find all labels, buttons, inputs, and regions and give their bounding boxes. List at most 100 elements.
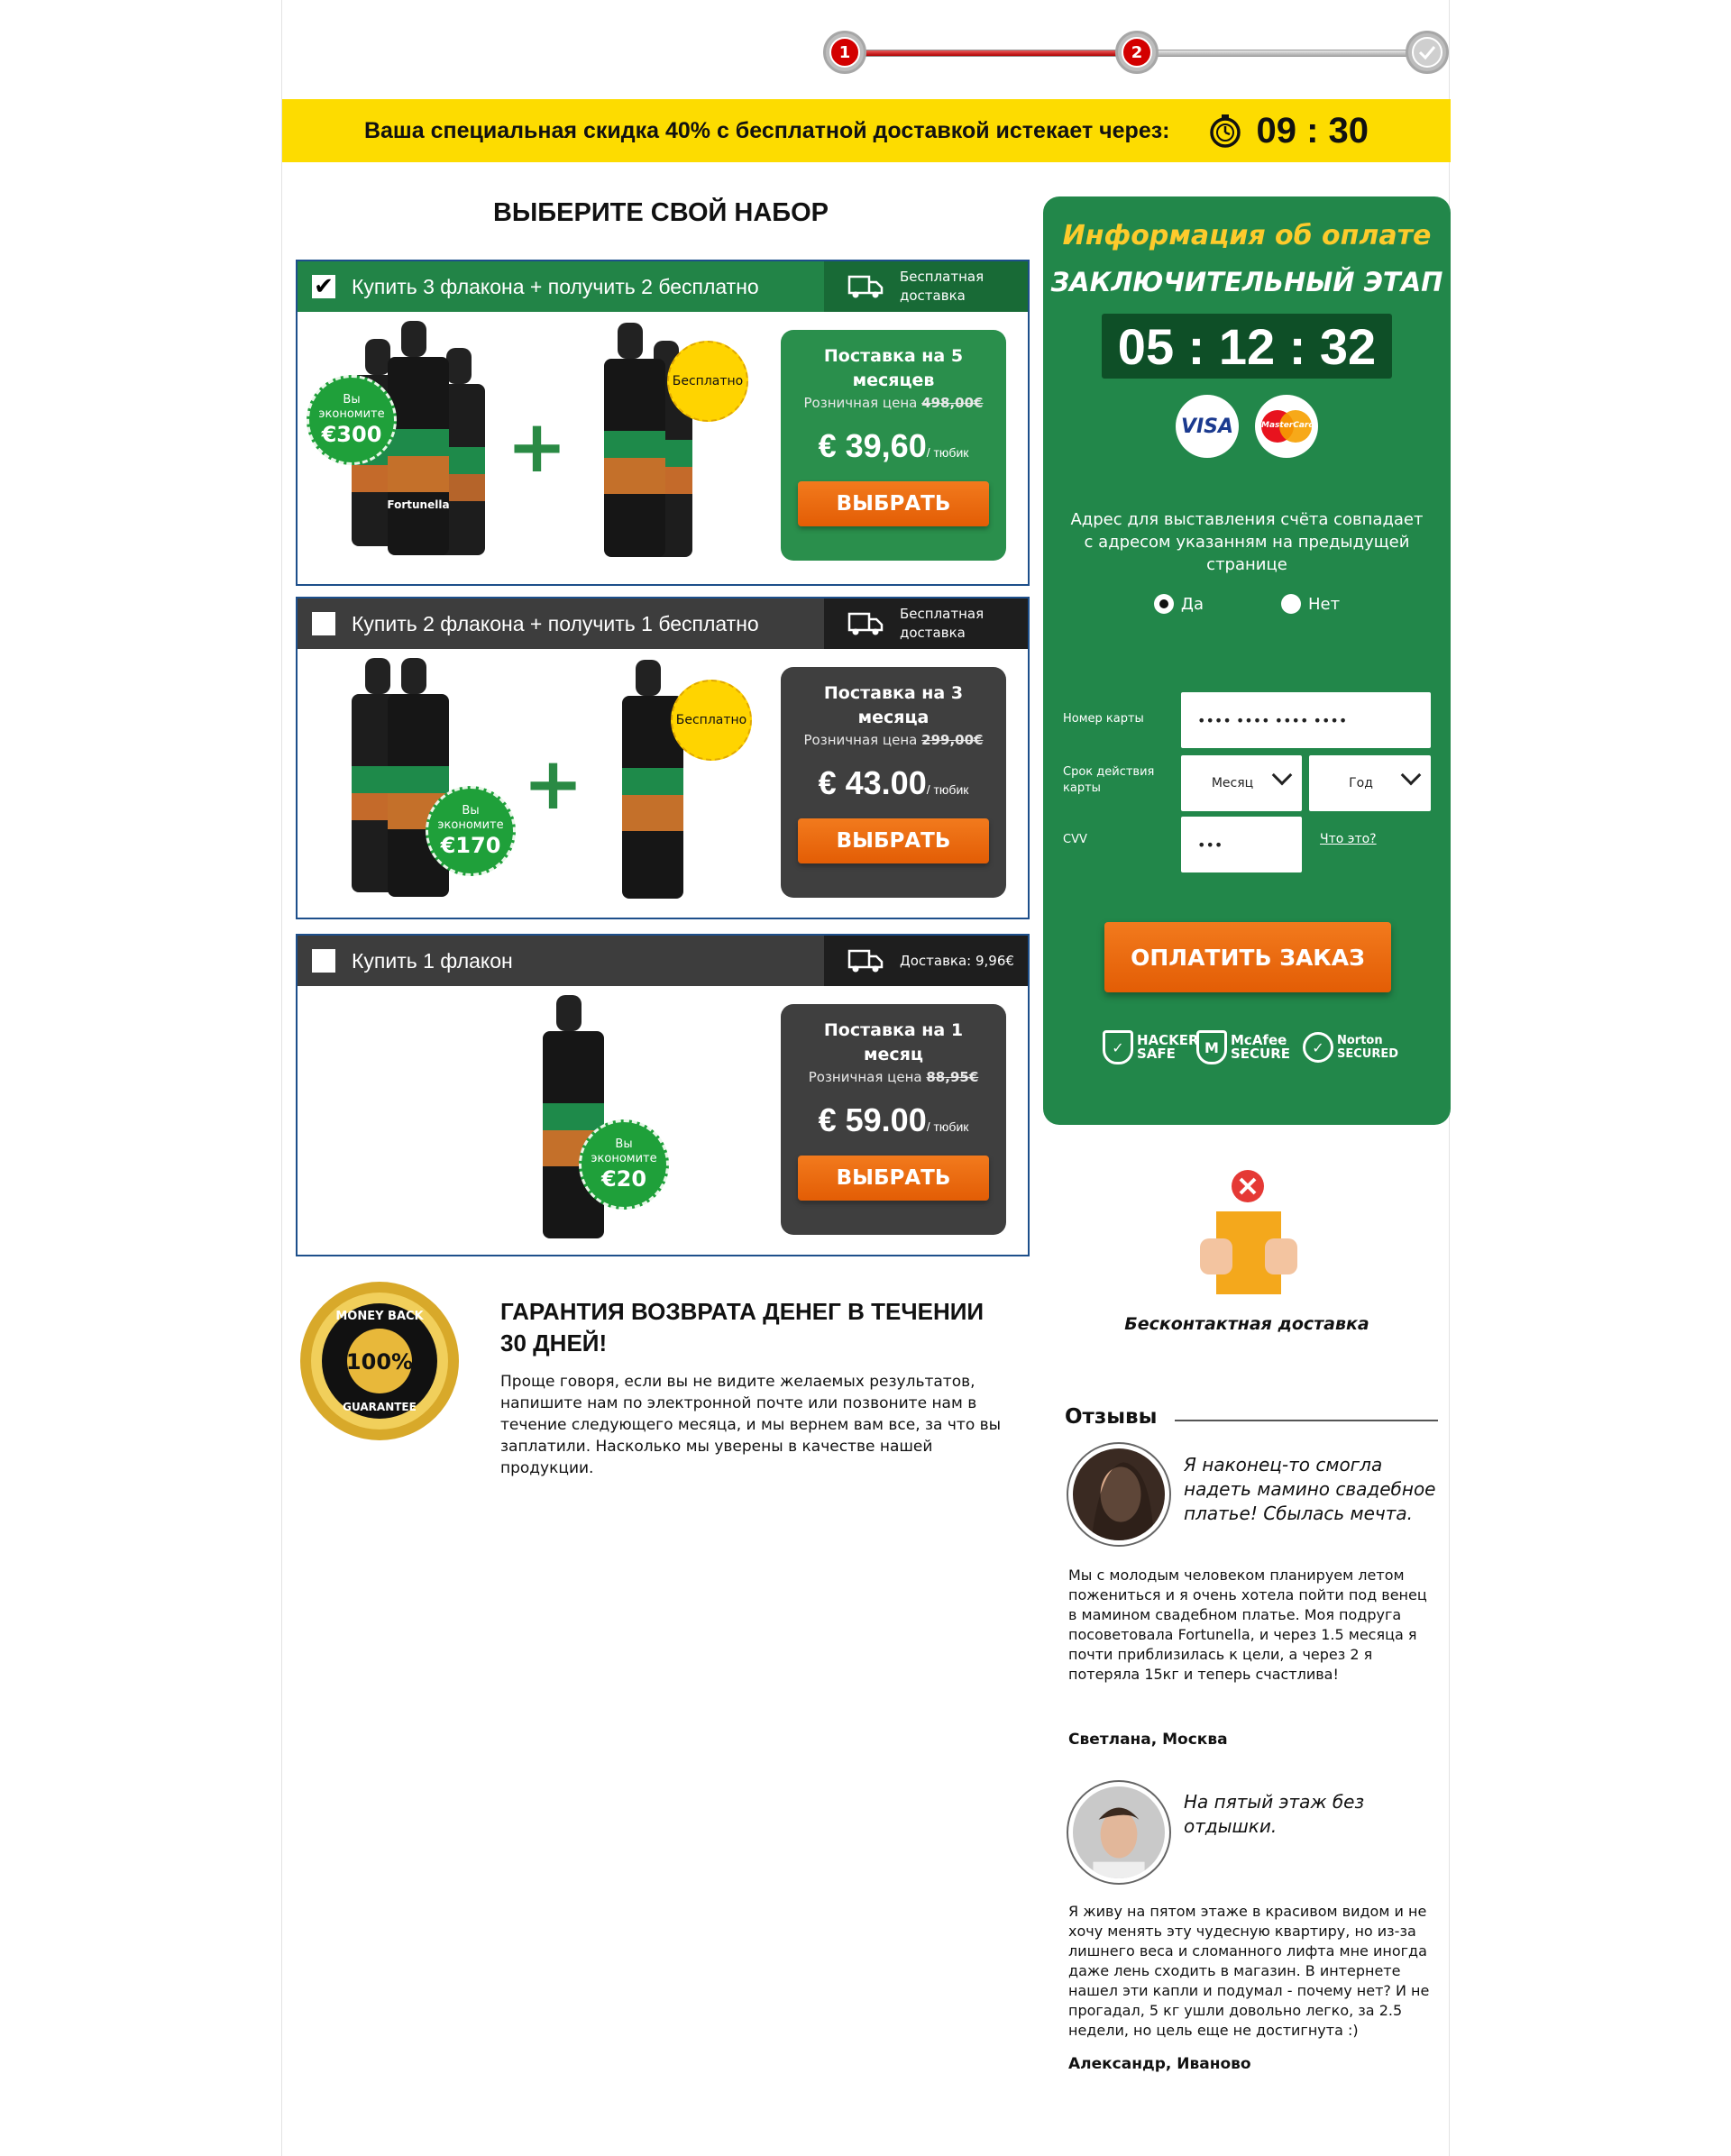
savings-label: Вы экономите bbox=[591, 1137, 657, 1165]
norton-text: Norton SECURED bbox=[1337, 1034, 1399, 1061]
month-value: Месяц bbox=[1211, 776, 1254, 790]
hacker-safe-text: HACKER SAFE bbox=[1137, 1032, 1199, 1062]
visa-icon: VISA bbox=[1176, 395, 1239, 458]
seal-top-text: MONEY BACK bbox=[335, 1310, 424, 1323]
savings-badge: Вы экономите €20 bbox=[579, 1119, 669, 1210]
offer-title: Купить 1 флакон bbox=[352, 948, 513, 973]
cvv-help-link[interactable]: Что это? bbox=[1320, 832, 1377, 846]
visa-text: VISA bbox=[1180, 415, 1234, 438]
plus-icon: + bbox=[507, 405, 568, 489]
supply-title: Поставка на 3 месяца bbox=[823, 683, 964, 727]
retail-label: Розничная цена bbox=[803, 732, 918, 748]
unit-price: € 59.00/ тюбик bbox=[781, 1101, 1006, 1139]
pay-order-button[interactable]: ОПЛАТИТЬ ЗАКАЗ bbox=[1104, 922, 1391, 992]
shield-icon: ✓ bbox=[1103, 1030, 1133, 1064]
shipping-text: Доставка: 9,96€ bbox=[900, 952, 1014, 969]
offer-body: Вы экономите €170 + Бесплатно Поставка н… bbox=[298, 649, 1028, 919]
step-1: 1 bbox=[823, 31, 866, 74]
offer-header[interactable]: ✔ Купить 3 флакона + получить 2 бесплатн… bbox=[298, 261, 1028, 312]
unit-price: € 39,60/ тюбик bbox=[781, 427, 1006, 465]
expiry-month-select[interactable]: Месяц bbox=[1181, 755, 1302, 811]
offer-title: Купить 2 флакона + получить 1 бесплатно bbox=[352, 611, 759, 635]
price-box: Поставка на 5 месяцев Розничная цена 498… bbox=[781, 330, 1006, 561]
cvv-label: CVV bbox=[1063, 833, 1087, 846]
reviewer-name: Светлана, Москва bbox=[1068, 1731, 1228, 1749]
free-badge: Бесплатно bbox=[671, 680, 752, 761]
cvv-input[interactable]: ••• bbox=[1181, 817, 1302, 872]
seal-bottom-text: GUARANTEE bbox=[343, 1401, 417, 1413]
single-bottle-image bbox=[543, 995, 604, 1238]
savings-badge: Вы экономите €170 bbox=[426, 786, 516, 876]
step-1-number: 1 bbox=[829, 37, 860, 68]
guarantee-text: Проще говоря, если вы не видите желаемых… bbox=[500, 1373, 1002, 1477]
offer-header[interactable]: Купить 1 флакон Доставка: 9,96€ bbox=[298, 936, 1028, 986]
guarantee-title: ГАРАНТИЯ ВОЗВРАТА ДЕНЕГ В ТЕЧЕНИИ 30 ДНЕ… bbox=[500, 1298, 985, 1357]
mastercard-icon: MasterCard bbox=[1255, 395, 1318, 458]
price-unit: / тюбик bbox=[926, 1119, 969, 1134]
discount-timer: 09 : 30 bbox=[1256, 110, 1369, 151]
offer-3-plus-2[interactable]: ✔ Купить 3 флакона + получить 2 бесплатн… bbox=[296, 260, 1030, 586]
payment-timer: 05 : 12 : 32 bbox=[1102, 314, 1392, 379]
offer-checkbox[interactable] bbox=[312, 949, 335, 973]
mastercard-text: MasterCard bbox=[1261, 421, 1314, 430]
retail-price: Розничная цена 299,00€ bbox=[781, 732, 1006, 748]
retail-price: Розничная цена 88,95€ bbox=[781, 1069, 1006, 1085]
checkout-progress: 1 2 bbox=[823, 31, 1449, 74]
money-back-seal: MONEY BACK 100% GUARANTEE bbox=[300, 1282, 459, 1440]
reviewer-photo-male bbox=[1073, 1786, 1165, 1878]
stopwatch-icon bbox=[1210, 114, 1241, 148]
savings-amount: €170 bbox=[440, 833, 501, 858]
truck-icon bbox=[847, 275, 884, 298]
radio-no[interactable]: Нет bbox=[1280, 594, 1341, 614]
contactless-delivery-label: Бесконтактная доставка bbox=[1124, 1314, 1369, 1334]
mcafee-shield-icon: M bbox=[1196, 1030, 1227, 1064]
discount-text: Ваша специальная скидка 40% с бесплатной… bbox=[363, 117, 1170, 143]
step-2-number: 2 bbox=[1122, 37, 1152, 68]
contactless-delivery-icon bbox=[1200, 1170, 1297, 1294]
step-2: 2 bbox=[1115, 31, 1159, 74]
chevron-down-icon bbox=[1271, 764, 1293, 786]
bottle-label: Fortunella bbox=[387, 498, 449, 511]
discount-banner: Ваша специальная скидка 40% с бесплатной… bbox=[282, 99, 1451, 162]
price-value: € 43.00 bbox=[818, 764, 927, 801]
expiry-label: Срок действия карты bbox=[1063, 765, 1155, 795]
mcafee-badge: M McAfee SECURE bbox=[1196, 1030, 1290, 1064]
offer-checkbox[interactable] bbox=[312, 612, 335, 635]
offer-1-bottle[interactable]: Купить 1 флакон Доставка: 9,96€ Вы эконо… bbox=[296, 934, 1030, 1256]
progress-track-pending bbox=[1142, 50, 1431, 57]
radio-yes-label: Да bbox=[1180, 594, 1204, 614]
check-icon bbox=[1412, 37, 1442, 68]
expiry-year-select[interactable]: Год bbox=[1309, 755, 1431, 811]
offer-2-plus-1[interactable]: Купить 2 флакона + получить 1 бесплатно … bbox=[296, 597, 1030, 919]
reviews-divider bbox=[1175, 1420, 1438, 1421]
hacker-safe-badge: ✓ HACKER SAFE bbox=[1103, 1030, 1199, 1064]
shipping-tag: Бесплатная доставка bbox=[824, 598, 1028, 649]
radio-no-label: Нет bbox=[1307, 594, 1341, 614]
offer-header[interactable]: Купить 2 флакона + получить 1 бесплатно … bbox=[298, 598, 1028, 649]
price-value: € 59.00 bbox=[818, 1101, 927, 1138]
choose-button[interactable]: ВЫБРАТЬ bbox=[798, 1156, 989, 1201]
final-stage-label: ЗАКЛЮЧИТЕЛЬНЫЙ ЭТАП bbox=[1050, 267, 1443, 297]
savings-label: Вы экономите bbox=[318, 393, 385, 421]
offer-body: Fortunella Вы экономите €300 + Бесплатно… bbox=[298, 312, 1028, 582]
shipping-text: Бесплатная доставка bbox=[900, 269, 985, 304]
section-title: ВЫБЕРИТЕ СВОЙ НАБОР bbox=[492, 198, 829, 227]
accepted-cards: VISA MasterCard bbox=[1043, 395, 1451, 458]
card-number-input[interactable]: •••• •••• •••• •••• bbox=[1181, 692, 1431, 748]
unit-price: € 43.00/ тюбик bbox=[781, 764, 1006, 802]
choose-button[interactable]: ВЫБРАТЬ bbox=[798, 481, 989, 526]
norton-check-icon: ✓ bbox=[1303, 1032, 1333, 1063]
retail-value: 299,00€ bbox=[921, 732, 984, 748]
retail-price: Розничная цена 498,00€ bbox=[781, 395, 1006, 411]
retail-value: 498,00€ bbox=[921, 395, 984, 411]
offer-body: Вы экономите €20 Поставка на 1 месяц Роз… bbox=[298, 986, 1028, 1256]
avatar bbox=[1067, 1442, 1171, 1547]
radio-yes[interactable]: Да bbox=[1153, 594, 1204, 614]
reviews-title: Отзывы bbox=[1065, 1405, 1158, 1429]
reviewer-photo-female bbox=[1073, 1448, 1165, 1540]
price-value: € 39,60 bbox=[818, 427, 927, 464]
savings-label: Вы экономите bbox=[437, 804, 504, 832]
choose-button[interactable]: ВЫБРАТЬ bbox=[798, 818, 989, 863]
retail-label: Розничная цена bbox=[808, 1069, 922, 1085]
offer-checkbox-checked[interactable]: ✔ bbox=[312, 275, 335, 298]
